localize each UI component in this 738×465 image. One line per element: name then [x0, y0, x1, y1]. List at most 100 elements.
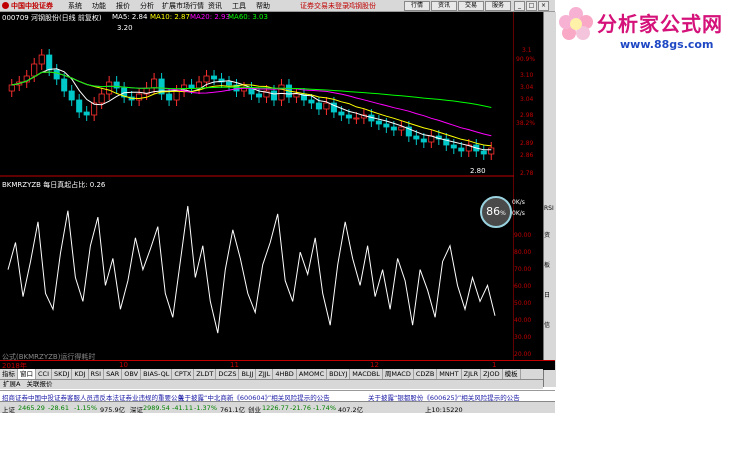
tab-bdlyj[interactable]: BDLYJ — [327, 369, 351, 379]
tab-macdbl[interactable]: MACDBL — [350, 369, 383, 379]
candle-body — [76, 99, 83, 113]
candle-body — [136, 93, 143, 101]
strip-info[interactable]: 信 — [544, 320, 550, 329]
tab-dczs[interactable]: DCZS — [216, 369, 240, 379]
cpu-gauge[interactable]: 86% — [480, 196, 512, 228]
tab-cdzb[interactable]: CDZB — [414, 369, 438, 379]
server-label: 上10:15220 — [425, 406, 463, 414]
tab-skdj[interactable]: SKDJ — [52, 369, 73, 379]
tab-bias-ql[interactable]: BIAS-QL — [141, 369, 173, 379]
price-tick: 90.9% — [516, 56, 536, 63]
tab-zjjl[interactable]: ZJJL — [256, 369, 274, 379]
candle-body — [46, 54, 53, 71]
candle-body — [270, 90, 277, 101]
tab-obv[interactable]: OBV — [122, 369, 142, 379]
menu-quote[interactable]: 报价 — [116, 1, 130, 11]
tab-related-quote[interactable]: 关联报价 — [23, 380, 55, 389]
minimize-button[interactable]: _ — [514, 1, 525, 11]
price-tick: 3.04 — [520, 84, 534, 91]
ma5-label: MA5: 2.84 — [112, 13, 148, 21]
market-button[interactable]: 行情 — [404, 1, 430, 11]
tab-zjlr[interactable]: ZJLR — [462, 369, 482, 379]
indicator-tick: 20.00 — [514, 351, 532, 358]
menu-analysis[interactable]: 分析 — [140, 1, 154, 11]
month-label: 11 — [230, 361, 239, 369]
watermark-brand: 分析家公式网 — [597, 12, 723, 36]
close-button[interactable]: × — [538, 1, 549, 11]
tab-cci[interactable]: CCI — [36, 369, 52, 379]
tab-kdj[interactable]: KDJ — [72, 369, 89, 379]
tab--[interactable]: 指标 — [0, 369, 18, 379]
candle-body — [315, 102, 322, 110]
tab-amomc[interactable]: AMOMC — [297, 369, 328, 379]
candle-body — [151, 78, 158, 89]
tab-rsi[interactable]: RSI — [89, 369, 105, 379]
ma20-label: MA20: 2.93 — [190, 13, 230, 21]
ma-lines — [11, 68, 492, 151]
price-axis: 3.1 90.9% 3.10 3.04 3.04 2.98 38.2% 2.89… — [514, 12, 543, 360]
candle-body — [383, 123, 390, 128]
flower-logo-icon — [559, 7, 593, 40]
cy-index-pct: -1.74% — [313, 404, 336, 412]
tab-zldt[interactable]: ZLDT — [194, 369, 217, 379]
news-button[interactable]: 资讯 — [431, 1, 457, 11]
candle-body — [203, 75, 210, 83]
month-label: 10 — [119, 361, 128, 369]
price-tick: 3.10 — [520, 72, 534, 79]
indicator-tick: 40.00 — [514, 317, 532, 324]
tab-sar[interactable]: SAR — [104, 369, 123, 379]
candle-body — [375, 120, 382, 125]
candle-body — [38, 54, 45, 65]
strip-board[interactable]: 板 — [544, 260, 550, 269]
tab-extend-a[interactable]: 扩展A — [0, 380, 23, 389]
sz-index-label: 深证 — [130, 406, 143, 414]
trade-button[interactable]: 交易 — [458, 1, 484, 11]
ma60-label: MA60: 3.03 — [228, 13, 268, 21]
candle-body — [390, 126, 397, 131]
login-notice[interactable]: 证券交易未登录 — [300, 1, 349, 11]
cy-index-amount: 407.2亿 — [338, 406, 364, 414]
tab-zjod[interactable]: ZJOD — [481, 369, 503, 379]
maximize-button[interactable]: □ — [526, 1, 537, 11]
candle-body — [308, 99, 315, 104]
tab-bljj[interactable]: BLJJ — [239, 369, 257, 379]
price-tick: 38.2% — [516, 120, 536, 127]
menu-info[interactable]: 资讯 — [208, 1, 222, 11]
broker-logo: 中国中投证券 — [2, 1, 53, 10]
watermark-url: www.88gs.com — [620, 38, 714, 51]
candle-body — [196, 81, 203, 89]
tab-mnht[interactable]: MNHT — [437, 369, 462, 379]
tab--[interactable]: 模板 — [503, 369, 521, 379]
tab--[interactable]: 窗口 — [18, 369, 36, 379]
stock-link[interactable]: 鸿钢股份 — [348, 1, 376, 11]
candle-body — [83, 111, 90, 116]
formula-label: 公式(BKMRZYZB)运行得耗时 — [2, 353, 96, 360]
news-ticker: 招商证券中国中投证券客服人员违反本法证券业违规的重要公告 关于披露“中北商新《6… — [0, 390, 555, 402]
tab-cptx[interactable]: CPTX — [172, 369, 195, 379]
tab--macd[interactable]: 周MACD — [383, 369, 414, 379]
strip-rsi[interactable]: RSI — [544, 205, 554, 212]
candle-body — [353, 117, 360, 120]
indicator-tick: 70.00 — [514, 266, 532, 273]
candle-body — [226, 81, 233, 86]
candle-body — [278, 84, 285, 101]
menu-system[interactable]: 系统 — [68, 1, 82, 11]
indicator-tick: 50.00 — [514, 300, 532, 307]
tab-4hbd[interactable]: 4HBD — [273, 369, 297, 379]
menu-extended-market[interactable]: 扩展市场行情 — [162, 1, 204, 11]
net-down-rate: 0K/s — [512, 210, 525, 217]
status-bar: 上证 2465.29 -28.61 -1.15% 975.9亿 深证 2989.… — [0, 401, 555, 414]
strip-fund[interactable]: 资 — [544, 230, 550, 239]
stock-title: 000709 河钢股份(日线 前复权) — [2, 14, 102, 22]
service-button[interactable]: 服务 — [485, 1, 511, 11]
menu-tools[interactable]: 工具 — [232, 1, 246, 11]
chart-area[interactable]: 000709 河钢股份(日线 前复权) MA5: 2.84 MA10: 2.87… — [0, 12, 543, 360]
sub-tab-bar: 扩展A 关联报价 — [0, 380, 543, 389]
candle-body — [68, 90, 75, 101]
candle-body — [173, 90, 180, 101]
high-price-label: 3.20 — [117, 24, 133, 32]
candle-body — [53, 69, 60, 80]
menu-help[interactable]: 帮助 — [256, 1, 270, 11]
strip-day[interactable]: 日 — [544, 290, 550, 299]
menu-function[interactable]: 功能 — [92, 1, 106, 11]
